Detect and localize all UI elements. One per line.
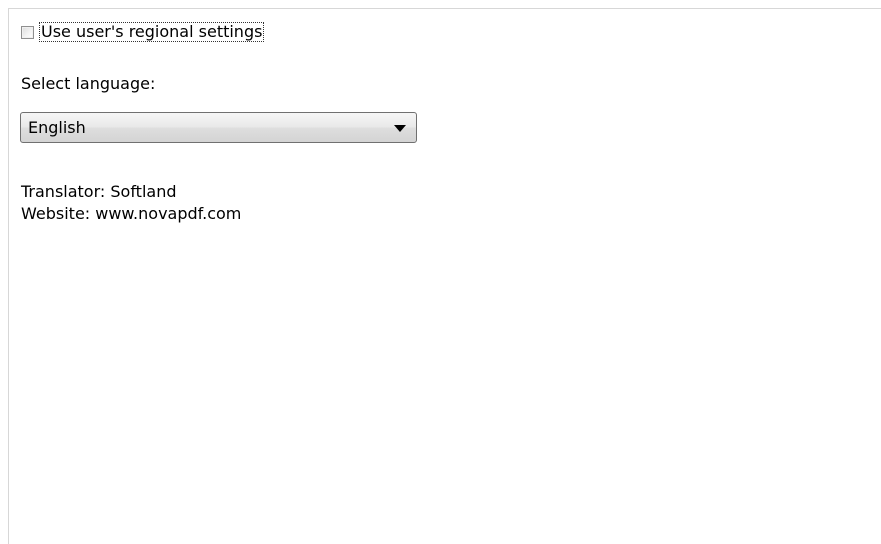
- language-dropdown-value: English: [28, 118, 86, 137]
- language-dropdown[interactable]: English: [20, 112, 417, 143]
- translator-text: Translator: Softland: [21, 182, 177, 201]
- language-settings-panel: Use user's regional settings Select lang…: [8, 8, 881, 544]
- chevron-down-icon[interactable]: [394, 125, 406, 132]
- translator-info: Translator: Softland Website: www.novapd…: [21, 181, 241, 225]
- regional-settings-checkbox[interactable]: Use user's regional settings: [21, 21, 265, 43]
- select-language-label: Select language:: [21, 74, 156, 93]
- regional-settings-label[interactable]: Use user's regional settings: [39, 22, 265, 42]
- website-text: Website: www.novapdf.com: [21, 204, 242, 223]
- checkbox-box-icon[interactable]: [21, 25, 34, 39]
